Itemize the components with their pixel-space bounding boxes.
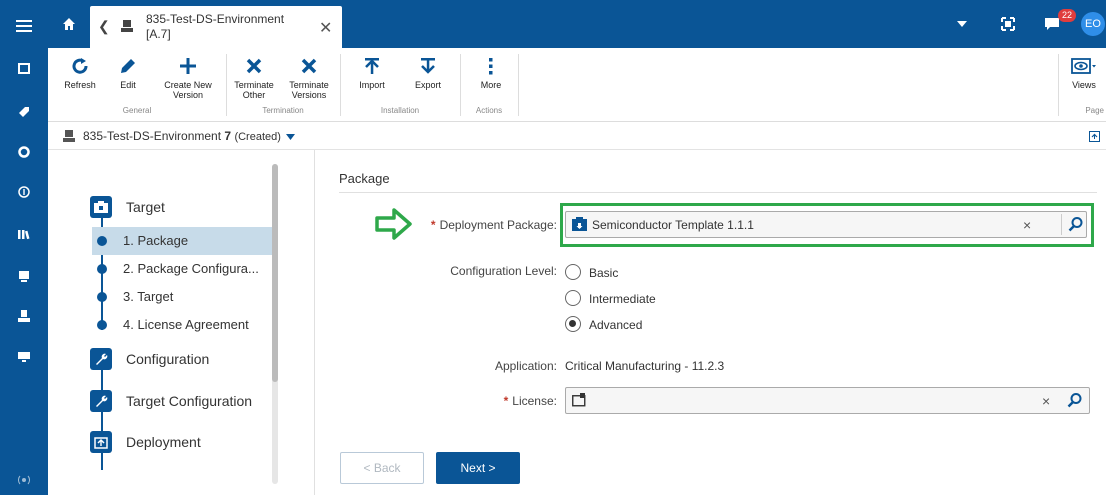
close-icon[interactable]: ✕ bbox=[319, 18, 332, 38]
fullscreen-icon[interactable] bbox=[996, 0, 1020, 48]
deployment-package-value: Semiconductor Template 1.1.1 bbox=[592, 218, 754, 232]
package-icon bbox=[572, 217, 587, 235]
plus-icon bbox=[158, 52, 218, 80]
document-tab[interactable]: ❮ 835-Test-DS-Environment [A.7] ✕ bbox=[90, 6, 342, 48]
collapse-icon[interactable] bbox=[1089, 131, 1100, 145]
clear-icon[interactable]: × bbox=[1042, 393, 1050, 409]
group-label-termination: Termination bbox=[262, 106, 304, 115]
step-target[interactable]: Target bbox=[126, 199, 165, 215]
back-button[interactable]: < Back bbox=[340, 452, 424, 484]
substep-package-configuration[interactable]: 2. Package Configura... bbox=[92, 255, 272, 283]
license-icon bbox=[572, 393, 586, 410]
group-label-installation: Installation bbox=[380, 106, 420, 115]
step-configuration[interactable]: Configuration bbox=[126, 351, 209, 367]
environment-icon bbox=[62, 129, 76, 146]
radio-basic-label: Basic bbox=[589, 266, 619, 280]
environment-icon bbox=[120, 19, 134, 36]
export-button[interactable]: Export bbox=[408, 52, 448, 90]
wrench-icon bbox=[90, 348, 112, 370]
edit-button[interactable]: Edit bbox=[110, 52, 146, 90]
group-label-actions: Actions bbox=[475, 106, 503, 115]
home-icon[interactable] bbox=[48, 0, 90, 48]
user-avatar[interactable]: EO bbox=[1081, 12, 1105, 36]
radio-intermediate-label: Intermediate bbox=[589, 292, 656, 306]
deployment-package-field[interactable]: Semiconductor Template 1.1.1 × bbox=[565, 211, 1087, 238]
more-button[interactable]: More bbox=[472, 52, 510, 90]
x-icon bbox=[230, 52, 278, 80]
license-label: * License: bbox=[503, 394, 557, 408]
section-title: Package bbox=[339, 171, 390, 186]
breadcrumb-title[interactable]: 835-Test-DS-Environment 7 (Created) bbox=[83, 129, 296, 143]
substep-target[interactable]: 3. Target bbox=[92, 283, 272, 311]
radio-advanced[interactable] bbox=[565, 316, 581, 332]
group-label-general: General bbox=[122, 106, 152, 115]
chevron-left-icon[interactable]: ❮ bbox=[98, 18, 110, 35]
wizard-steps: Target 1. Package 2. Package Configura..… bbox=[48, 150, 314, 495]
wrench-icon bbox=[90, 390, 112, 412]
more-vertical-icon bbox=[472, 52, 510, 80]
views-button[interactable]: Views bbox=[1064, 52, 1104, 90]
section-divider bbox=[339, 192, 1097, 193]
next-button[interactable]: Next > bbox=[436, 452, 520, 484]
arrow-right-icon bbox=[374, 206, 414, 245]
breadcrumb-version: 7 bbox=[224, 129, 232, 143]
circle-icon[interactable] bbox=[0, 134, 48, 170]
signal-icon bbox=[0, 462, 48, 498]
substep-license-agreement[interactable]: 4. License Agreement bbox=[92, 311, 272, 339]
wizard-scrollbar[interactable] bbox=[272, 164, 278, 484]
breadcrumb-name: 835-Test-DS-Environment bbox=[83, 129, 222, 143]
top-bar: ❮ 835-Test-DS-Environment [A.7] ✕ 22 EO bbox=[48, 0, 1106, 48]
search-icon[interactable] bbox=[1068, 216, 1084, 235]
radio-advanced-label: Advanced bbox=[589, 318, 643, 332]
monitor-icon[interactable] bbox=[0, 258, 48, 294]
caret-down-icon bbox=[286, 134, 296, 140]
info-icon[interactable] bbox=[0, 174, 48, 210]
step-target-configuration[interactable]: Target Configuration bbox=[126, 393, 252, 409]
step-target-icon bbox=[90, 196, 112, 218]
application-value: Critical Manufacturing - 11.2.3 bbox=[565, 359, 725, 373]
application-label: Application: bbox=[494, 359, 557, 373]
x-icon bbox=[284, 52, 334, 80]
substep-package[interactable]: 1. Package bbox=[92, 227, 272, 255]
ribbon-toolbar: Refresh Edit Create New Version General … bbox=[48, 48, 1106, 122]
step-deployment[interactable]: Deployment bbox=[126, 434, 201, 450]
notification-badge: 22 bbox=[1058, 9, 1077, 22]
terminate-versions-button[interactable]: Terminate Versions bbox=[284, 52, 334, 100]
scrollbar-thumb[interactable] bbox=[272, 164, 278, 382]
export-icon bbox=[408, 52, 448, 80]
breadcrumb: 835-Test-DS-Environment 7 (Created) bbox=[48, 122, 1106, 150]
refresh-button[interactable]: Refresh bbox=[58, 52, 102, 90]
tab-title: 835-Test-DS-Environment [A.7] bbox=[146, 12, 285, 41]
import-button[interactable]: Import bbox=[352, 52, 392, 90]
tag-icon[interactable] bbox=[0, 94, 48, 130]
deployment-package-label: * Deployment Package: bbox=[430, 218, 557, 232]
eye-icon bbox=[1064, 52, 1104, 80]
breadcrumb-state: (Created) bbox=[234, 131, 281, 143]
refresh-icon bbox=[58, 52, 102, 80]
display-icon[interactable] bbox=[0, 338, 48, 374]
configuration-level-label: Configuration Level: bbox=[450, 264, 557, 278]
radio-basic[interactable] bbox=[565, 264, 581, 280]
caret-down-icon[interactable] bbox=[952, 0, 972, 48]
deploy-icon bbox=[90, 431, 112, 453]
library-icon[interactable] bbox=[0, 216, 48, 252]
ribbon-separator bbox=[518, 54, 519, 116]
clipboard-icon[interactable] bbox=[0, 50, 48, 86]
create-new-version-button[interactable]: Create New Version bbox=[158, 52, 218, 100]
terminate-other-button[interactable]: Terminate Other bbox=[230, 52, 278, 100]
app-sidebar bbox=[0, 0, 48, 495]
search-icon[interactable] bbox=[1067, 392, 1083, 411]
printer-icon[interactable] bbox=[0, 298, 48, 334]
group-label-page: Page bbox=[1085, 106, 1104, 115]
import-icon bbox=[352, 52, 392, 80]
menu-icon[interactable] bbox=[0, 8, 48, 44]
license-field[interactable]: × bbox=[565, 387, 1090, 414]
notifications-icon[interactable]: 22 bbox=[1040, 0, 1077, 48]
package-form: Package * Deployment Package: Semiconduct… bbox=[315, 150, 1106, 495]
pencil-icon bbox=[110, 52, 146, 80]
clear-icon[interactable]: × bbox=[1023, 217, 1031, 233]
radio-intermediate[interactable] bbox=[565, 290, 581, 306]
